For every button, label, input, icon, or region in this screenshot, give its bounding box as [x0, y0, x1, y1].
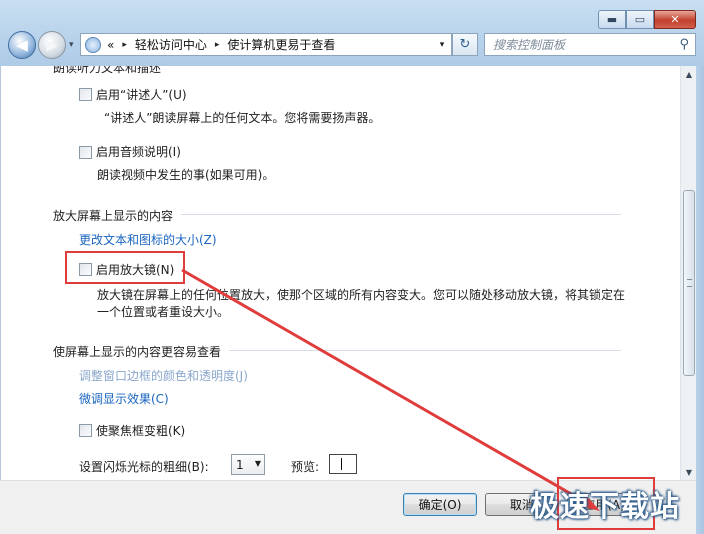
magnifier-description-line2: 一个位置或者重设大小。: [97, 305, 230, 319]
narrator-description: “讲述人”朗读屏幕上的任何文本。您将需要扬声器。: [104, 111, 381, 125]
search-placeholder[interactable]: 搜索控制面板: [493, 36, 565, 53]
refresh-button[interactable]: ↻: [452, 33, 478, 56]
scroll-up-icon[interactable]: ▲: [681, 66, 697, 82]
close-button[interactable]: ✕: [654, 10, 696, 29]
window-controls: ▬ ▭ ✕: [598, 10, 696, 30]
search-box[interactable]: 搜索控制面板 ⚲: [484, 33, 696, 56]
cursor-thickness-value[interactable]: 1: [236, 458, 244, 472]
ok-button[interactable]: 确定(O): [403, 493, 477, 516]
cursor-thickness-select[interactable]: 1 ▼: [231, 454, 265, 475]
scrollbar-thumb[interactable]: [683, 190, 695, 376]
window-border-color-link[interactable]: 调整窗口边框的颜色和透明度(J): [79, 367, 248, 384]
address-bar[interactable]: « ▸ 轻松访问中心 ▸ 使计算机更易于查看 ▾: [80, 33, 452, 56]
forward-arrow-icon[interactable]: ▶: [38, 31, 66, 59]
section-divider: [229, 350, 621, 351]
back-arrow-icon[interactable]: ◀: [8, 31, 36, 59]
section-divider: [181, 214, 621, 215]
vertical-scrollbar[interactable]: ▲ ▼: [680, 66, 696, 480]
navigation-buttons: ◀ ▶ ▾: [8, 30, 81, 60]
section-heading-easier: 使屏幕上显示的内容更容易查看: [53, 345, 222, 359]
section-heading-magnify: 放大屏幕上显示的内容: [53, 209, 174, 223]
fine-tune-display-link[interactable]: 微调显示效果(C): [79, 390, 169, 407]
minimize-button[interactable]: ▬: [598, 10, 626, 29]
audio-description-text: 朗读视频中发生的事(如果可用)。: [97, 168, 275, 182]
magnifier-description-line1: 放大镜在屏幕上的任何位置放大，使那个区域的所有内容变大。您可以随处移动放大镜，将…: [97, 288, 626, 302]
watermark-logo: 极速下载站: [530, 489, 681, 523]
search-icon[interactable]: ⚲: [679, 37, 689, 52]
grip-icon: [687, 279, 692, 287]
narrator-label[interactable]: 启用“讲述人”(U): [96, 86, 187, 103]
breadcrumb-separator-icon[interactable]: ▸: [122, 40, 127, 50]
control-panel-icon: [85, 36, 101, 53]
scroll-down-icon[interactable]: ▼: [681, 464, 697, 480]
breadcrumb-separator-icon[interactable]: ▸: [215, 40, 220, 50]
window-frame-right: [696, 66, 704, 534]
section-heading-narrator: 朗读听力文本和描述: [53, 66, 162, 75]
address-dropdown-icon[interactable]: ▾: [433, 34, 451, 55]
thick-focus-label[interactable]: 使聚焦框变粗(K): [96, 422, 185, 439]
narrator-checkbox[interactable]: [79, 88, 92, 101]
audio-description-label[interactable]: 启用音频说明(I): [96, 143, 181, 160]
maximize-button[interactable]: ▭: [626, 10, 654, 29]
preview-label: 预览:: [291, 460, 320, 474]
cursor-preview-box: [329, 454, 357, 474]
magnifier-highlight-box: [65, 251, 185, 284]
breadcrumb-ease-of-access[interactable]: 轻松访问中心: [135, 36, 207, 53]
audio-description-checkbox[interactable]: [79, 146, 92, 159]
chevron-down-icon[interactable]: ▼: [255, 459, 261, 468]
address-prefix[interactable]: «: [107, 38, 114, 52]
breadcrumb-make-easier-to-see[interactable]: 使计算机更易于查看: [227, 36, 335, 53]
thick-focus-checkbox[interactable]: [79, 424, 92, 437]
change-text-size-link[interactable]: 更改文本和图标的大小(Z): [79, 231, 217, 248]
cursor-thickness-label: 设置闪烁光标的粗细(B):: [79, 460, 209, 474]
cursor-caret: [341, 458, 342, 470]
